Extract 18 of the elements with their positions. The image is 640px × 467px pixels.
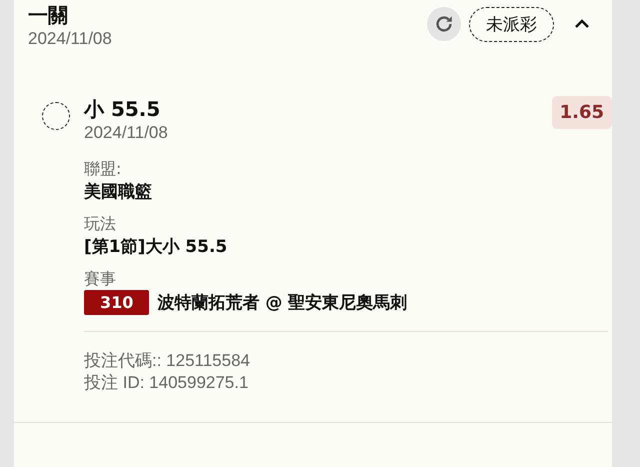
field-label: 玩法 [84,213,117,235]
bet-reference: 投注 ID: 140599275.1 [84,372,250,394]
bet-title: 一關 [28,2,69,28]
radio-circle [42,102,70,130]
status-pill: 未派彩 [469,7,554,42]
field-label: 賽事 [84,268,117,290]
field-value: [第1節]大小 55.5 [84,236,228,259]
refresh-button[interactable] [427,7,461,41]
field-label: 聯盟: [84,158,122,180]
selection-date: 2024/11/08 [84,122,169,144]
selection-name: 小 55.5 [84,96,162,122]
field-value: 美國職籃 [84,181,152,204]
field-value: 波特蘭拓荒者 @ 聖安東尼奧馬刺 [157,292,408,314]
bet-reference: 投注代碼:: 125115584 [84,350,251,372]
chevron-icon [574,18,590,30]
match-number-badge: 310 [84,290,150,315]
odds-badge: 1.65 [552,96,612,129]
bet-date: 2024/11/08 [28,28,113,50]
